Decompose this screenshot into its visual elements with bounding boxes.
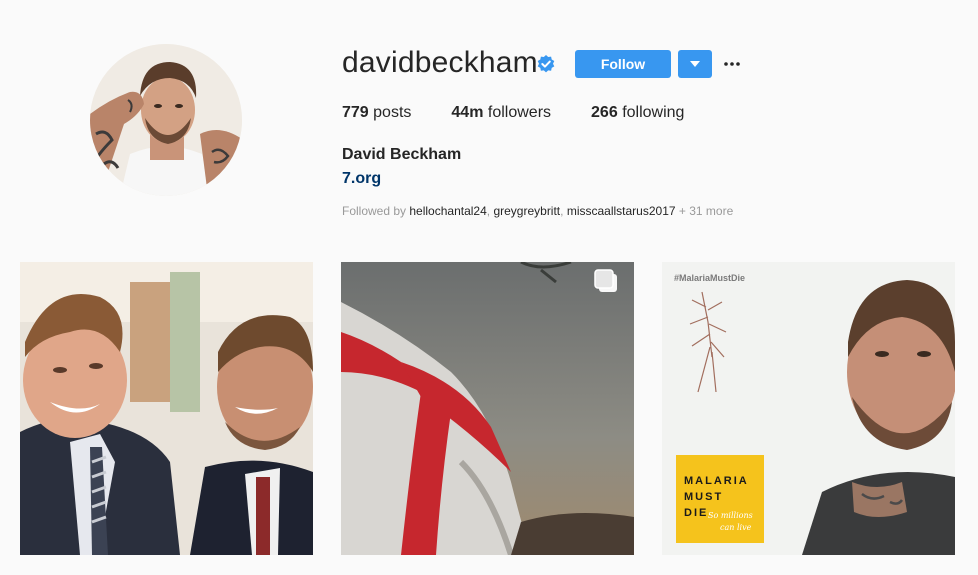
followed-by-user[interactable]: greygreybritt	[493, 204, 560, 218]
follow-button[interactable]: Follow	[575, 50, 671, 78]
svg-text:can live: can live	[720, 523, 752, 532]
verified-badge-icon	[537, 55, 555, 73]
profile-username: davidbeckham	[342, 46, 538, 79]
posts-stat: 779 posts	[342, 104, 411, 122]
svg-text:So millions: So millions	[708, 511, 753, 520]
posts-label: posts	[373, 104, 412, 121]
followers-count: 44m	[451, 104, 484, 121]
followed-by-user[interactable]: hellochantal24	[409, 204, 486, 218]
post-photo: #MalariaMustDie MALARIA MUST DIE So mill…	[662, 262, 955, 555]
following-label: following	[622, 104, 685, 121]
profile-stats: 779 posts 44m followers 266 following	[342, 104, 724, 122]
post-thumbnail-1[interactable]	[20, 262, 313, 555]
posts-count: 779	[342, 104, 369, 121]
followed-by-user[interactable]: misscaallstarus2017	[567, 204, 676, 218]
options-button[interactable]	[722, 52, 742, 76]
post-thumbnail-3[interactable]: #MalariaMustDie MALARIA MUST DIE So mill…	[662, 262, 955, 555]
following-count: 266	[591, 104, 618, 121]
followers-stat[interactable]: 44m followers	[451, 104, 551, 122]
post-thumbnail-2[interactable]	[341, 262, 634, 555]
following-stat[interactable]: 266 following	[591, 104, 684, 122]
svg-text:MUST: MUST	[684, 491, 723, 503]
carousel-icon	[594, 269, 617, 292]
chevron-down-icon	[690, 61, 700, 67]
followed-by-more[interactable]: + 31 more	[679, 204, 733, 218]
profile-full-name: David Beckham	[342, 146, 462, 163]
followers-label: followers	[487, 104, 552, 121]
svg-text:MALARIA: MALARIA	[684, 475, 749, 487]
followed-by-text: Followed by hellochantal24, greygreybrit…	[342, 204, 734, 218]
profile-avatar[interactable]	[90, 44, 242, 196]
post-hashtag-text: #MalariaMustDie	[674, 273, 745, 283]
followed-by-prefix: Followed by	[342, 204, 407, 218]
suggested-accounts-dropdown-button[interactable]	[678, 50, 712, 78]
more-options-icon	[724, 62, 740, 66]
svg-text:DIE: DIE	[684, 507, 708, 519]
post-photo	[341, 262, 634, 555]
post-photo	[20, 262, 313, 555]
profile-website-link[interactable]: 7.org	[342, 170, 381, 188]
